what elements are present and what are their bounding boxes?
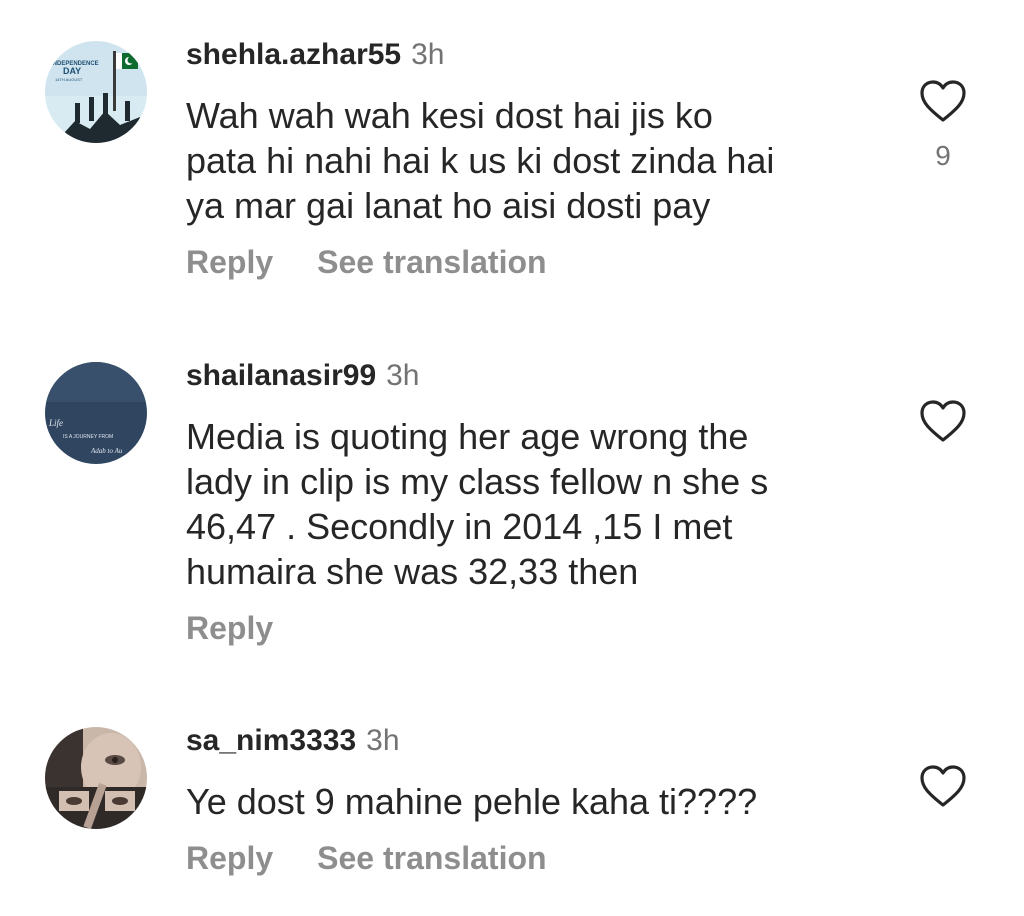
comment-meta: sa_nim3333 3h <box>186 724 400 758</box>
like-button[interactable] <box>919 764 967 808</box>
comment-text-line: Ye dost 9 mahine pehle kaha ti???? <box>186 781 758 822</box>
comment-actions: Reply See translation <box>186 840 547 876</box>
see-translation-button[interactable]: See translation <box>317 840 546 876</box>
heart-outline-icon <box>920 765 966 807</box>
timestamp: 3h <box>366 724 400 757</box>
avatar[interactable] <box>45 727 147 829</box>
portrait-photo-icon <box>45 727 147 829</box>
comment-3: sa_nim3333 3h Ye dost 9 mahine pehle kaha… <box>0 0 1024 916</box>
reply-button[interactable]: Reply <box>186 840 273 876</box>
username[interactable]: sa_nim3333 <box>186 724 356 757</box>
comment-text: Ye dost 9 mahine pehle kaha ti???? <box>186 779 886 824</box>
